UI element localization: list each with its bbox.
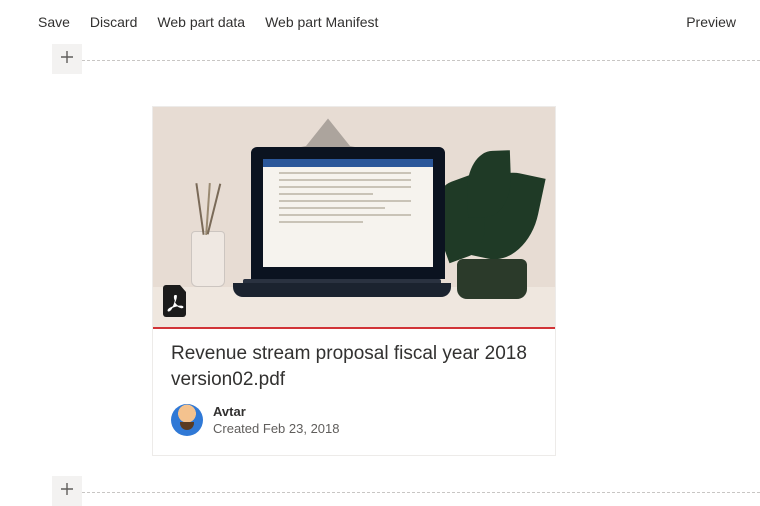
pdf-file-icon — [163, 285, 189, 317]
workbench-toolbar: Save Discard Web part data Web part Mani… — [0, 0, 760, 44]
save-button[interactable]: Save — [38, 14, 70, 30]
author-name: Avtar — [213, 403, 340, 420]
section-divider — [82, 60, 760, 61]
document-thumbnail — [153, 107, 555, 329]
section-divider — [82, 492, 760, 493]
preview-button[interactable]: Preview — [686, 14, 736, 30]
workbench-canvas: Revenue stream proposal fiscal year 2018… — [20, 50, 760, 504]
plus-icon — [60, 50, 74, 69]
thumbnail-illustration — [153, 107, 555, 327]
add-webpart-button-top[interactable] — [52, 44, 82, 74]
discard-button[interactable]: Discard — [90, 14, 137, 30]
document-meta: Avtar Created Feb 23, 2018 — [171, 403, 537, 437]
created-date: Created Feb 23, 2018 — [213, 420, 340, 437]
document-card[interactable]: Revenue stream proposal fiscal year 2018… — [152, 106, 556, 456]
webpart-data-button[interactable]: Web part data — [157, 14, 245, 30]
avatar — [171, 404, 203, 436]
document-card-body: Revenue stream proposal fiscal year 2018… — [153, 329, 555, 455]
document-title: Revenue stream proposal fiscal year 2018… — [171, 341, 537, 393]
webpart-manifest-button[interactable]: Web part Manifest — [265, 14, 378, 30]
insert-section-top — [20, 50, 760, 72]
add-webpart-button-bottom[interactable] — [52, 476, 82, 506]
plus-icon — [60, 482, 74, 501]
webpart-stage: Revenue stream proposal fiscal year 2018… — [20, 72, 760, 456]
